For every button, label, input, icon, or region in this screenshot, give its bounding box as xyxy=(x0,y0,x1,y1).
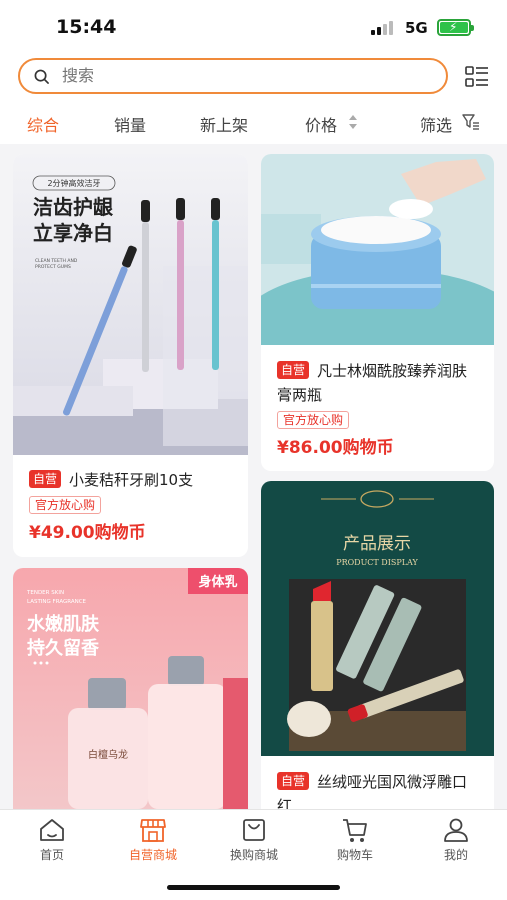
product-card-lotion[interactable]: 身体乳 TENDER SKIN LASTING FRAGRANCE 水嫩肌肤 持… xyxy=(13,568,248,809)
cart-icon xyxy=(343,819,367,842)
svg-text:TENDER SKIN: TENDER SKIN xyxy=(26,590,64,596)
home-icon xyxy=(40,819,64,841)
search-box[interactable] xyxy=(18,58,448,94)
filter-tab-sales[interactable]: 销量 xyxy=(114,112,146,136)
product-info: 自营 丝绒哑光国风微浮雕口红 xyxy=(261,770,494,809)
product-image-lotion: 身体乳 TENDER SKIN LASTING FRAGRANCE 水嫩肌肤 持… xyxy=(13,568,248,809)
svg-text:水嫩肌肤: 水嫩肌肤 xyxy=(27,613,100,635)
product-title: 自营 丝绒哑光国风微浮雕口红 xyxy=(277,772,468,809)
self-operated-badge: 自营 xyxy=(277,772,310,790)
svg-text:PROTECT GUMS: PROTECT GUMS xyxy=(35,264,71,270)
product-card-cream[interactable]: 自营 凡士林烟酰胺臻养润肤膏两瓶 官方放心购 ¥86.00购物币 xyxy=(261,154,494,471)
status-time: 15:44 xyxy=(56,16,117,38)
home-indicator xyxy=(167,885,340,890)
display-heading: 产品展示 xyxy=(343,534,411,554)
self-operated-badge: 自营 xyxy=(277,361,310,379)
filter-tab-overall[interactable]: 综合 xyxy=(27,112,59,136)
svg-text:持久留香: 持久留香 xyxy=(27,637,100,659)
product-price: ¥86.00购物币 xyxy=(277,438,394,458)
product-title: 自营 小麦秸秆牙刷10支 xyxy=(29,468,232,492)
sort-arrows-icon xyxy=(349,115,357,129)
svg-text:LASTING FRAGRANCE: LASTING FRAGRANCE xyxy=(27,599,87,605)
svg-text:立享净白: 立享净白 xyxy=(33,221,113,245)
product-image-toothbrush: 2分钟高效洁牙 洁齿护龈 立享净白 CLEAN TEETH AND PROTEC… xyxy=(13,154,248,455)
product-info: 自营 凡士林烟酰胺臻养润肤膏两瓶 官方放心购 ¥86.00购物币 xyxy=(261,359,494,458)
filter-tab-filter[interactable]: 筛选 xyxy=(420,112,452,136)
product-title: 自营 凡士林烟酰胺臻养润肤膏两瓶 xyxy=(277,361,468,404)
search-icon xyxy=(34,69,49,84)
bag-icon xyxy=(243,819,265,841)
svg-text:PRODUCT DISPLAY: PRODUCT DISPLAY xyxy=(336,558,418,567)
search-input[interactable] xyxy=(62,66,422,85)
store-icon xyxy=(140,819,166,842)
self-operated-badge: 自营 xyxy=(29,470,62,488)
network-type: 5G xyxy=(405,19,428,37)
filter-funnel-icon[interactable] xyxy=(462,114,480,130)
filter-tab-new[interactable]: 新上架 xyxy=(200,112,248,136)
tab-home[interactable]: 首页 xyxy=(12,816,92,863)
product-info: 自营 小麦秸秆牙刷10支 官方放心购 ¥49.00购物币 xyxy=(13,468,248,543)
status-bar: 15:44 5G ⚡ xyxy=(0,0,507,54)
svg-text:白檀乌龙: 白檀乌龙 xyxy=(88,748,128,761)
svg-text:洁齿护龈: 洁齿护龈 xyxy=(33,195,114,219)
user-icon xyxy=(444,818,468,842)
grid-list-toggle-icon[interactable] xyxy=(465,66,489,88)
image-tag-text: 2分钟高效洁牙 xyxy=(47,178,100,188)
tab-mine[interactable]: 我的 xyxy=(416,816,496,863)
official-badge: 官方放心购 xyxy=(29,496,102,514)
search-row xyxy=(0,54,507,100)
product-card-lipstick[interactable]: 产品展示 PRODUCT DISPLAY 自营 丝绒哑光国风微浮雕口红 xyxy=(261,481,494,809)
filter-tab-price[interactable]: 价格 xyxy=(305,112,337,136)
product-image-lipstick: 产品展示 PRODUCT DISPLAY xyxy=(261,481,494,756)
official-badge: 官方放心购 xyxy=(277,411,350,429)
battery-icon: ⚡ xyxy=(437,19,474,36)
signal-icon xyxy=(371,21,395,35)
svg-text:CLEAN TEETH AND: CLEAN TEETH AND xyxy=(35,258,78,264)
tab-exchange-mall[interactable]: 换购商城 xyxy=(214,816,294,863)
tab-self-operated-mall[interactable]: 自营商城 xyxy=(113,816,193,863)
filter-bar: 综合 销量 新上架 价格 筛选 xyxy=(0,100,507,144)
product-price: ¥49.00购物币 xyxy=(29,523,146,543)
product-image-cream xyxy=(261,154,494,345)
tab-cart[interactable]: 购物车 xyxy=(315,816,395,863)
product-card-toothbrush[interactable]: 2分钟高效洁牙 洁齿护龈 立享净白 CLEAN TEETH AND PROTEC… xyxy=(13,154,248,557)
corner-label: 身体乳 xyxy=(198,574,237,590)
